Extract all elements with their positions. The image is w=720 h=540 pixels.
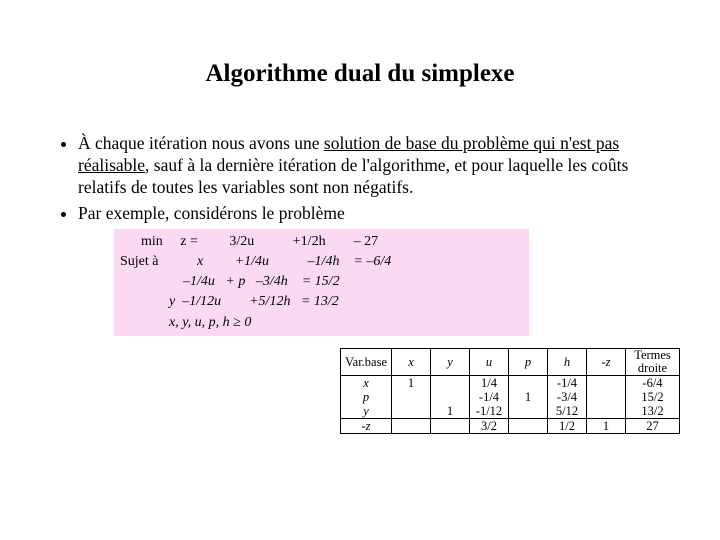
slide-title: Algorithme dual du simplexe (40, 60, 680, 88)
bullet-2: Par exemple, considérons le problème (78, 203, 662, 225)
math-row-4: y –1/12u +5/12h = 13/2 (120, 292, 525, 312)
cell (392, 419, 431, 434)
math-row-3: –1/4u + p –3/4h = 15/2 (120, 272, 525, 292)
math-row-4-text: y –1/12u +5/12h = 13/2 (120, 292, 339, 312)
cell: 13/2 (626, 404, 680, 419)
col-y: y (431, 348, 470, 375)
math-row-2-label: Sujet à (120, 252, 159, 272)
table-row: x 1 1/4 -1/4 -6/4 (341, 376, 680, 391)
col-rhs: Termes droite (626, 348, 680, 375)
math-row-2-text: x +1/4u –1/4h = –6/4 (159, 252, 392, 272)
simplex-tableau: Var.base x y u p h -z Termes droite x 1 … (340, 348, 680, 434)
cell (431, 419, 470, 434)
col-u: u (470, 348, 509, 375)
col-x: x (392, 348, 431, 375)
row-label: x (341, 376, 392, 391)
cell: 3/2 (470, 419, 509, 434)
row-label: -z (341, 419, 392, 434)
cell: 15/2 (626, 390, 680, 404)
table-row: -z 3/2 1/2 1 27 (341, 419, 680, 434)
cell: 27 (626, 419, 680, 434)
cell: 1/4 (470, 376, 509, 391)
row-label: y (341, 404, 392, 419)
cell: 1 (587, 419, 626, 434)
cell: 1 (509, 390, 548, 404)
math-row-1-text: min z = 3/2u +1/2h – 27 (120, 232, 378, 252)
cell (431, 390, 470, 404)
math-row-5: x, y, u, p, h ≥ 0 (120, 313, 525, 333)
col-varbase: Var.base (341, 348, 392, 375)
cell (509, 376, 548, 391)
cell: -6/4 (626, 376, 680, 391)
table-row: p -1/4 1 -3/4 15/2 (341, 390, 680, 404)
math-row-1: min z = 3/2u +1/2h – 27 (120, 232, 525, 252)
math-row-3-text: –1/4u + p –3/4h = 15/2 (120, 272, 340, 292)
cell (587, 390, 626, 404)
math-row-2: Sujet à x +1/4u –1/4h = –6/4 (120, 252, 525, 272)
bullet-1: À chaque itération nous avons une soluti… (78, 133, 662, 199)
cell (509, 404, 548, 419)
table-row: y 1 -1/12 5/12 13/2 (341, 404, 680, 419)
bullet-1-post: , sauf à la dernière itération de l'algo… (78, 155, 628, 197)
cell: -1/4 (470, 390, 509, 404)
col-p: p (509, 348, 548, 375)
cell: -1/12 (470, 404, 509, 419)
col-minus-z: -z (587, 348, 626, 375)
table-head: Var.base x y u p h -z Termes droite (341, 348, 680, 375)
cell (392, 390, 431, 404)
cell: 1 (392, 376, 431, 391)
cell (587, 404, 626, 419)
bullet-1-pre: À chaque itération nous avons une (78, 133, 324, 153)
cell (431, 376, 470, 391)
cell: -1/4 (548, 376, 587, 391)
row-label: p (341, 390, 392, 404)
cell (509, 419, 548, 434)
math-row-5-text: x, y, u, p, h ≥ 0 (120, 313, 251, 333)
bullet-list: À chaque itération nous avons une soluti… (54, 133, 662, 225)
col-h: h (548, 348, 587, 375)
cell: 5/12 (548, 404, 587, 419)
cell (587, 376, 626, 391)
cell: -3/4 (548, 390, 587, 404)
problem-math: min z = 3/2u +1/2h – 27 Sujet à x +1/4u … (114, 229, 529, 336)
cell (392, 404, 431, 419)
cell: 1/2 (548, 419, 587, 434)
cell: 1 (431, 404, 470, 419)
